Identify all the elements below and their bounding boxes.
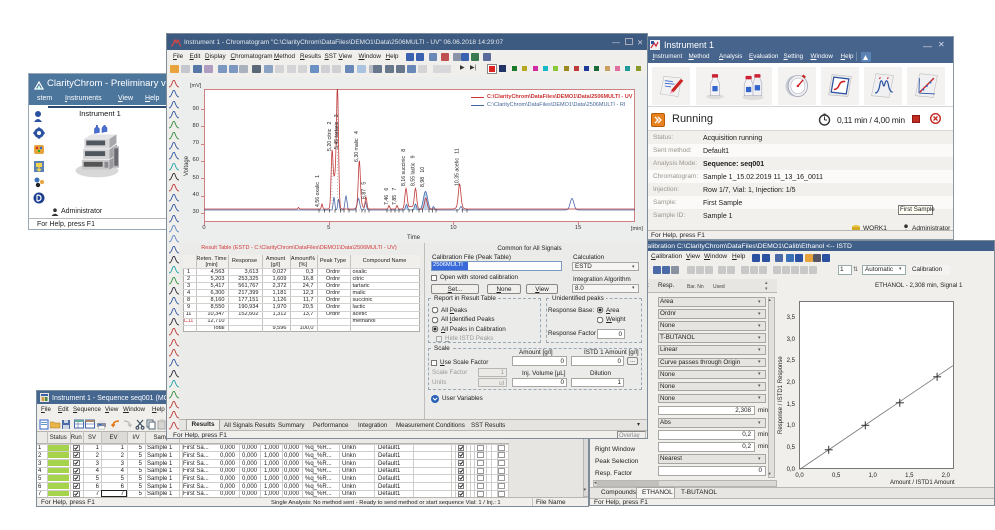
svg-text:5,45 tartaric 3: 5,45 tartaric 3	[334, 114, 340, 149]
svg-text:8,55 lactic 9: 8,55 lactic 9	[411, 155, 417, 186]
svg-text:8,16 succinic 8: 8,16 succinic 8	[401, 149, 407, 186]
svg-text:10,35 acetic 11: 10,35 acetic 11	[455, 148, 461, 186]
svg-text:5,20 citric 2: 5,20 citric 2	[327, 121, 333, 151]
svg-text:6,87 5: 6,87 5	[362, 182, 368, 199]
svg-text:8,98 10: 8,98 10	[420, 167, 426, 187]
svg-text:6,30 malic 4: 6,30 malic 4	[354, 131, 360, 162]
svg-text:7,46 6: 7,46 6	[384, 188, 390, 205]
svg-text:4,56 oxalic 1: 4,56 oxalic 1	[315, 175, 321, 207]
svg-text:7,85 7: 7,85 7	[392, 188, 398, 205]
